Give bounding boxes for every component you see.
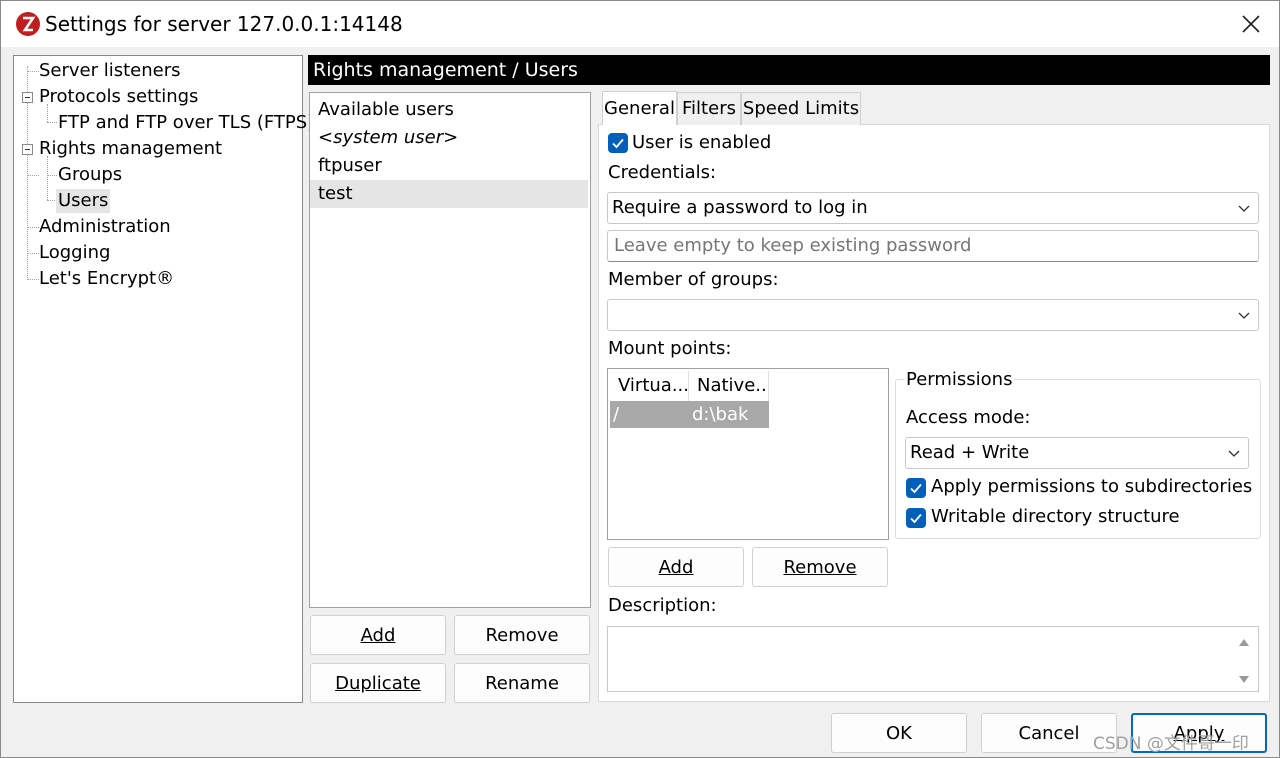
ok-button[interactable]: OK bbox=[831, 713, 967, 753]
add-user-label: Add bbox=[360, 624, 396, 646]
permissions-title: Permissions bbox=[904, 369, 1015, 390]
remove-mount-label: Remove bbox=[783, 556, 857, 578]
users-list[interactable]: Available users <system user> ftpuser te… bbox=[309, 92, 591, 608]
chevron-down-icon bbox=[1238, 205, 1250, 212]
scroll-up-icon[interactable] bbox=[1238, 637, 1250, 647]
close-icon bbox=[1242, 15, 1260, 33]
tree-item-ftp-ftps[interactable]: FTP and FTP over TLS (FTPS) bbox=[56, 111, 316, 135]
mount-points-table[interactable]: Virtua... Native... / d:\bak bbox=[607, 368, 889, 540]
password-input[interactable]: Leave empty to keep existing password bbox=[607, 230, 1259, 262]
tree-item-administration[interactable]: Administration bbox=[37, 215, 173, 239]
chevron-down-icon bbox=[1238, 312, 1250, 319]
page-title: Rights management / Users bbox=[308, 55, 1270, 85]
watermark: CSDN @文件哥一印 bbox=[1093, 734, 1249, 754]
tree-item-lets-encrypt[interactable]: Let's Encrypt® bbox=[37, 267, 176, 291]
checkmark-icon bbox=[612, 138, 624, 149]
tab-speed-limits[interactable]: Speed Limits bbox=[741, 92, 861, 125]
add-mount-label: Add bbox=[658, 556, 694, 578]
writable-structure-checkbox[interactable] bbox=[906, 508, 926, 528]
access-mode-value: Read + Write bbox=[910, 442, 1030, 463]
title-bar: Settings for server 127.0.0.1:14148 bbox=[1, 1, 1279, 47]
tree-connector bbox=[47, 156, 48, 200]
remove-mount-button[interactable]: Remove bbox=[752, 547, 888, 587]
apply-subdirs-checkbox[interactable] bbox=[906, 478, 926, 498]
scroll-down-icon[interactable] bbox=[1238, 675, 1250, 685]
tree-connector bbox=[27, 175, 39, 176]
remove-user-button[interactable]: Remove bbox=[454, 615, 590, 655]
remove-user-label: Remove bbox=[485, 624, 559, 646]
duplicate-user-button[interactable]: Duplicate bbox=[310, 663, 446, 703]
tab-general[interactable]: General bbox=[602, 91, 677, 125]
user-enabled-label: User is enabled bbox=[632, 132, 772, 153]
description-textarea[interactable] bbox=[607, 626, 1259, 692]
column-header-native[interactable]: Native... bbox=[689, 371, 769, 401]
collapse-icon[interactable] bbox=[22, 144, 33, 155]
tree-item-server-listeners[interactable]: Server listeners bbox=[37, 59, 183, 83]
tree-item-groups[interactable]: Groups bbox=[56, 163, 124, 187]
window-title: Settings for server 127.0.0.1:14148 bbox=[45, 12, 403, 36]
duplicate-user-label: Duplicate bbox=[335, 672, 421, 694]
settings-tree[interactable]: Server listeners Protocols settings FTP … bbox=[13, 55, 314, 703]
filezilla-icon bbox=[15, 11, 41, 37]
writable-structure-label: Writable directory structure bbox=[931, 506, 1180, 527]
rename-user-button[interactable]: Rename bbox=[454, 663, 590, 703]
list-item-test[interactable]: test bbox=[310, 180, 588, 208]
groups-label: Member of groups: bbox=[608, 269, 779, 290]
access-mode-select[interactable]: Read + Write bbox=[905, 437, 1249, 469]
tree-item-logging[interactable]: Logging bbox=[37, 241, 112, 265]
tab-filters[interactable]: Filters bbox=[677, 92, 741, 125]
list-item-ftpuser[interactable]: ftpuser bbox=[310, 152, 590, 180]
credentials-select[interactable]: Require a password to log in bbox=[607, 192, 1259, 224]
tree-item-rights-management[interactable]: Rights management bbox=[37, 137, 224, 161]
apply-subdirs-label: Apply permissions to subdirectories bbox=[931, 476, 1253, 497]
mount-cell-native[interactable]: d:\bak bbox=[689, 401, 769, 428]
collapse-icon[interactable] bbox=[22, 92, 33, 103]
tree-item-protocols-settings[interactable]: Protocols settings bbox=[37, 85, 200, 109]
ok-label: OK bbox=[886, 722, 912, 744]
description-label: Description: bbox=[608, 595, 717, 616]
cancel-label: Cancel bbox=[1018, 722, 1080, 744]
groups-select[interactable] bbox=[607, 299, 1259, 331]
add-user-button[interactable]: Add bbox=[310, 615, 446, 655]
credentials-value: Require a password to log in bbox=[612, 197, 868, 218]
user-enabled-checkbox[interactable] bbox=[608, 133, 628, 153]
checkmark-icon bbox=[910, 513, 922, 524]
mount-cell-virtual[interactable]: / bbox=[610, 401, 689, 428]
add-mount-button[interactable]: Add bbox=[608, 547, 744, 587]
credentials-label: Credentials: bbox=[608, 162, 717, 183]
column-header-virtual[interactable]: Virtua... bbox=[610, 371, 689, 401]
close-button[interactable] bbox=[1223, 1, 1279, 47]
checkmark-icon bbox=[910, 483, 922, 494]
rename-user-label: Rename bbox=[485, 672, 559, 694]
chevron-down-icon bbox=[1228, 450, 1240, 457]
access-mode-label: Access mode: bbox=[906, 407, 1031, 428]
list-item-system-user[interactable]: <system user> bbox=[310, 124, 590, 152]
mount-points-label: Mount points: bbox=[608, 338, 732, 359]
settings-dialog: Settings for server 127.0.0.1:14148 Serv… bbox=[0, 0, 1280, 758]
users-list-header: Available users bbox=[318, 99, 454, 120]
tree-item-users[interactable]: Users bbox=[56, 189, 111, 213]
